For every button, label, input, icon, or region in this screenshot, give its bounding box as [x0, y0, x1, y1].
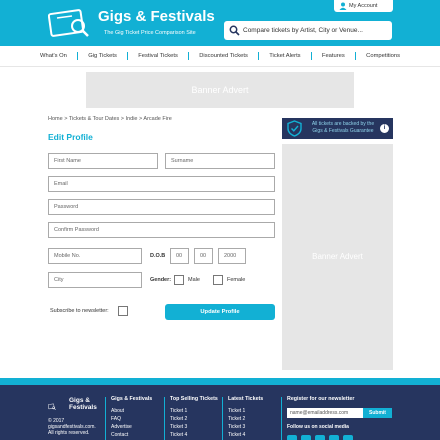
newsletter-label: Subscribe to newsletter:	[50, 308, 109, 314]
first-name-field[interactable]	[48, 153, 158, 169]
footer-col-latest: Latest Tickets Ticket 1 Ticket 2 Ticket …	[228, 396, 263, 439]
gender-label: Gender:	[150, 277, 172, 283]
nav-underline	[0, 66, 440, 67]
password-field[interactable]	[48, 199, 275, 215]
footer-brand-line-1: Gigs &	[69, 397, 90, 404]
top-banner-advert[interactable]: Banner Advert	[86, 72, 354, 108]
dob-label: D.O.B	[150, 253, 166, 259]
footer-link-ticket[interactable]: Ticket 2	[228, 415, 263, 423]
newsletter-heading: Register for our newsletter	[287, 396, 355, 402]
user-icon	[339, 2, 347, 10]
copyright-line-3: All rights reserved.	[48, 430, 90, 436]
search-input[interactable]	[243, 24, 388, 37]
social-heading: Follow us on social media	[287, 424, 349, 430]
footer-link-ticket[interactable]: Ticket 3	[228, 423, 263, 431]
city-field[interactable]	[48, 272, 142, 288]
footer-link-contact[interactable]: Contact	[111, 431, 152, 439]
footer-link-ticket[interactable]: Ticket 1	[170, 407, 218, 415]
footer-divider	[105, 397, 106, 440]
confirm-password-field[interactable]	[48, 222, 275, 238]
footer-link-advertise[interactable]: Advertise	[111, 423, 152, 431]
footer-link-about[interactable]: About	[111, 407, 152, 415]
male-label: Male	[188, 277, 200, 283]
footer-col-heading: Gigs & Festivals	[111, 396, 153, 402]
search-box	[224, 21, 392, 40]
nav-item-whats-on[interactable]: What's On	[40, 53, 67, 59]
footer-divider	[164, 397, 165, 440]
brand-name: Gigs & Festivals	[98, 8, 215, 25]
email-icon[interactable]	[343, 435, 353, 440]
update-profile-button[interactable]: Update Profile	[165, 304, 275, 320]
shield-check-icon	[287, 120, 302, 137]
brand-tagline: The Gig Ticket Price Comparison Site	[104, 30, 196, 36]
guarantee-text: All tickets are backed by the Gigs & Fes…	[311, 121, 375, 134]
female-label: Female	[227, 277, 246, 283]
footer-col-heading: Top Selling Tickets	[170, 396, 218, 402]
dob-year-field[interactable]	[218, 248, 246, 264]
main-nav: What's On Gig Tickets Festival Tickets D…	[40, 50, 400, 62]
newsletter-submit-button[interactable]: Submit	[363, 408, 392, 418]
footer-col-heading: Latest Tickets	[228, 396, 264, 402]
breadcrumb[interactable]: Home > Tickets & Tour Dates > Indie > Ar…	[48, 116, 172, 122]
site-footer: Gigs & Festivals © 2017 gigsandfestivals…	[0, 385, 440, 440]
instagram-icon[interactable]	[315, 435, 325, 440]
nav-item-festival-tickets[interactable]: Festival Tickets	[138, 53, 178, 59]
youtube-icon[interactable]	[329, 435, 339, 440]
male-checkbox[interactable]	[174, 275, 184, 285]
footer-ticket-logo-icon[interactable]	[48, 397, 68, 417]
female-checkbox[interactable]	[213, 275, 223, 285]
guarantee-banner: All tickets are backed by the Gigs & Fes…	[282, 118, 393, 139]
email-field[interactable]	[48, 176, 275, 192]
footer-copyright: © 2017 gigsandfestivals.com. All rights …	[48, 418, 96, 436]
footer-link-ticket[interactable]: Ticket 2	[170, 415, 218, 423]
nav-item-ticket-alerts[interactable]: Ticket Alerts	[269, 53, 300, 59]
newsletter-checkbox[interactable]	[118, 306, 128, 316]
twitter-icon[interactable]	[301, 435, 311, 440]
footer-link-ticket[interactable]: Ticket 4	[170, 431, 218, 439]
nav-divider	[127, 52, 129, 60]
mobile-field[interactable]	[48, 248, 142, 264]
page-title: Edit Profile	[48, 132, 93, 142]
nav-item-features[interactable]: Features	[322, 53, 345, 59]
footer-brand-line-2: Festivals	[69, 404, 97, 411]
nav-divider	[354, 52, 356, 60]
social-icons	[287, 435, 353, 440]
dob-day-field[interactable]	[170, 248, 189, 264]
site-header: Gigs & Festivals The Gig Ticket Price Co…	[0, 0, 440, 46]
footer-brand: Gigs & Festivals	[69, 397, 97, 411]
site-logo[interactable]: Gigs & Festivals The Gig Ticket Price Co…	[48, 6, 215, 40]
footer-link-faq[interactable]: FAQ	[111, 415, 152, 423]
nav-divider	[310, 52, 312, 60]
my-account-button[interactable]: My Account	[334, 0, 393, 12]
nav-item-gig-tickets[interactable]: Gig Tickets	[88, 53, 117, 59]
my-account-label: My Account	[349, 3, 378, 9]
facebook-icon[interactable]	[287, 435, 297, 440]
info-icon[interactable]: i	[380, 124, 389, 133]
nav-item-competitions[interactable]: Competitions	[366, 53, 400, 59]
footer-divider	[281, 397, 282, 440]
nav-item-discounted-tickets[interactable]: Discounted Tickets	[199, 53, 248, 59]
footer-link-ticket[interactable]: Ticket 3	[170, 423, 218, 431]
nav-divider	[77, 52, 79, 60]
nav-divider	[188, 52, 190, 60]
footer-accent-strip	[0, 378, 440, 385]
footer-link-ticket[interactable]: Ticket 1	[228, 407, 263, 415]
footer-col-gigs: Gigs & Festivals About FAQ Advertise Con…	[111, 396, 152, 439]
dob-month-field[interactable]	[194, 248, 213, 264]
search-icon[interactable]	[229, 25, 240, 36]
nav-divider	[258, 52, 260, 60]
footer-divider	[222, 397, 223, 440]
side-banner-advert[interactable]: Banner Advert	[282, 144, 393, 370]
ticket-logo-icon	[48, 9, 89, 37]
footer-link-ticket[interactable]: Ticket 4	[228, 431, 263, 439]
footer-col-top-selling: Top Selling Tickets Ticket 1 Ticket 2 Ti…	[170, 396, 218, 439]
newsletter-email-input[interactable]	[287, 408, 363, 418]
surname-field[interactable]	[165, 153, 275, 169]
